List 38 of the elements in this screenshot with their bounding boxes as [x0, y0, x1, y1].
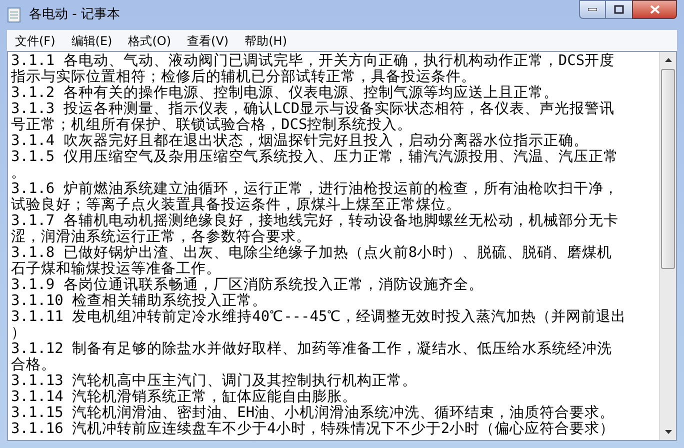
- text-line: 3.1.1 各电动、气动、液动阀门已调试完毕，开关方向正确，执行机构动作正常，DCS开度: [11, 53, 615, 69]
- maximize-button[interactable]: [606, 0, 632, 19]
- text-line: 试验良好；等离子点火装置具备投运条件，原煤斗上煤至正常煤位。: [11, 197, 461, 213]
- text-line: 3.1.14 汽轮机滑销系统正常，缸体应能自由膨胀。: [11, 389, 358, 405]
- text-line: 3.1.9 各岗位通讯联系畅通，厂区消防系统投入正常，消防设施齐全。: [11, 277, 484, 293]
- text-line: 涩，润滑油系统运行正常，各参数符合要求。: [11, 229, 311, 245]
- menu-item[interactable]: 查看(V): [184, 32, 232, 50]
- text-line: 3.1.5 仪用压缩空气及杂用压缩空气系统投入、压力正常，辅汽汽源投用、汽温、汽压正常: [11, 149, 618, 165]
- scrollbar-thumb[interactable]: [661, 69, 675, 269]
- menu-item[interactable]: 编辑(E): [68, 32, 116, 50]
- text-line: 3.1.6 炉前燃油系统建立油循环，运行正常，进行油枪投运前的检查，所有油枪吹扫干净，: [11, 181, 618, 197]
- notepad-icon: [7, 7, 21, 23]
- text-line: 3.1.15 汽轮机润滑油、密封油、EH油、小机润滑油系统冲洗、循环结束，油质符合要求。: [11, 405, 615, 421]
- text-line: 3.1.12 制备有足够的除盐水并做好取样、加药等准备工作，凝结水、低压给水系统经冲洗: [11, 341, 612, 357]
- text-line: 石子煤和输煤投运等准备工作。: [11, 261, 221, 277]
- window-title: 各电动 - 记事本: [29, 6, 120, 24]
- text-line: 合格。: [11, 357, 56, 373]
- text-line: 3.1.13 汽轮机高中压主汽门、调门及其控制执行机构正常。: [11, 373, 418, 389]
- text-line: 3.1.4 吹灰器完好且都在退出状态，烟温探针完好且投入，启动分离器水位指示正确。: [11, 133, 588, 149]
- text-line: 指示与实际位置相符；检修后的辅机已分部试转正常，具备投运条件。: [11, 69, 476, 85]
- text-line: 3.1.8 已做好锅炉出渣、出灰、电除尘绝缘子加热（点火前8小时）、脱硫、脱硝、磨煤机: [11, 245, 612, 261]
- minimize-icon: [588, 8, 597, 11]
- close-icon: [650, 5, 660, 14]
- text-line: 3.1.3 投运各种测量、指示仪表，确认LCD显示与设备实际状态相符，各仪表、声光报警讯: [11, 101, 615, 117]
- text-line: 3.1.7 各辅机电动机摇测绝缘良好，接地线完好，转动设备地脚螺丝无松动，机械部分无卡: [11, 213, 618, 229]
- text-line: 。: [11, 165, 26, 181]
- maximize-icon: [614, 5, 624, 14]
- text-line: 3.1.2 各种有关的操作电源、控制电源、仪表电源、控制气源等均应送上且正常。: [11, 85, 558, 101]
- text-line: ）: [11, 325, 26, 341]
- text-line: 3.1.16 汽机冲转前应连续盘车不少于4小时，特殊情况下不少于2小时（偏心应符合要求）: [11, 421, 615, 437]
- text-line: 号正常；机组所有保护、联锁试验合格，DCS控制系统投入。: [11, 117, 412, 133]
- text-line: 3.1.11 发电机组冲转前定冷水维持40℃---45℃，经调整无效时投入蒸汽加热（并网前退出: [11, 309, 626, 325]
- menu-item[interactable]: 格式(O): [125, 32, 174, 50]
- menu-item[interactable]: 帮助(H): [242, 32, 290, 50]
- minimize-button[interactable]: [579, 0, 606, 19]
- close-button[interactable]: [632, 0, 677, 19]
- menu-item[interactable]: 文件(F): [12, 32, 58, 50]
- text-line: 3.1.10 检查相关辅助系统投入正常。: [11, 293, 268, 309]
